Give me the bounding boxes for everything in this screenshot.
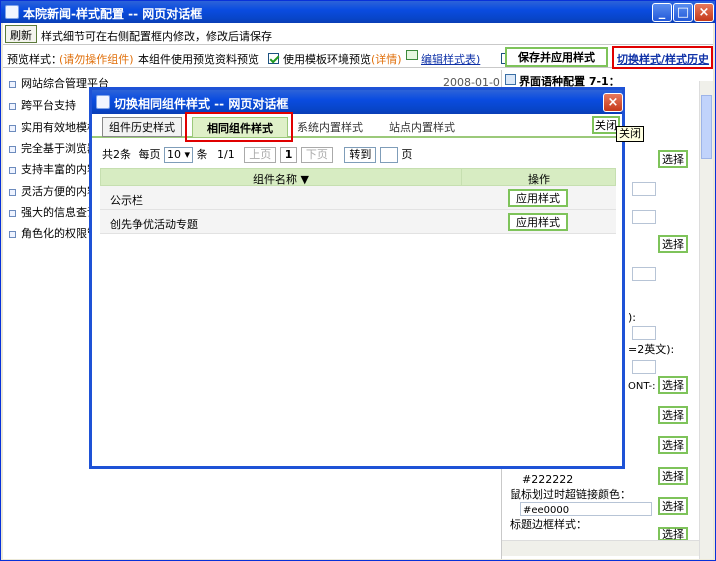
window-title: 本院新闻-样式配置 -- 网页对话框 [23, 7, 203, 21]
dialog-tabbar: 组件历史样式 相同组件样式 系统内置样式 站点内置样式 关闭 [92, 112, 622, 142]
color-value: #222222 [522, 473, 574, 486]
next-page-button[interactable]: 下页 [300, 147, 333, 163]
list-item[interactable]: 强大的信息查询 [9, 204, 98, 220]
dialog-titlebar: 切换相同组件样式 -- 网页对话框 × [92, 90, 623, 114]
apply-style-button[interactable]: 应用样式 [508, 189, 568, 207]
select-button[interactable]: 选择 [658, 376, 688, 394]
hover-color-input[interactable]: #ee0000 [520, 502, 652, 516]
border-style-label: 标题边框样式： [510, 518, 587, 531]
preview-warning: (请勿操作组件) [59, 53, 134, 66]
edit-style-icon [406, 50, 418, 60]
select-button[interactable]: 选择 [658, 527, 688, 541]
config-input[interactable] [632, 267, 656, 281]
dialog-icon [96, 95, 110, 109]
config-icon [505, 74, 516, 85]
goto-page-input[interactable] [379, 147, 398, 163]
list-item[interactable]: 支持丰富的内容 [9, 161, 98, 177]
bullet-icon [9, 209, 16, 217]
pager-page-info: 1/1 [217, 148, 235, 161]
dialog-title: 切换相同组件样式 -- 网页对话框 [114, 97, 289, 111]
config-label: ): [628, 311, 636, 324]
details-link[interactable]: (详情) [371, 51, 402, 67]
minimize-button[interactable]: _ [652, 3, 672, 22]
config-input[interactable] [632, 210, 656, 224]
column-divider [461, 169, 462, 185]
edit-style-link[interactable]: 编辑样式表) [421, 51, 480, 67]
prev-page-button[interactable]: 上页 [244, 147, 277, 163]
row-name: 创先争优活动专题 [110, 218, 198, 231]
switch-history-highlight: 切换样式/样式历史 [612, 46, 713, 69]
toolbar-note: 样式细节可在右侧配置框内修改，修改后请保存 [41, 30, 272, 43]
bullet-icon [9, 166, 16, 174]
switch-style-dialog: 切换相同组件样式 -- 网页对话框 × 组件历史样式 相同组件样式 系统内置样式… [89, 87, 625, 469]
window-titlebar: 本院新闻-样式配置 -- 网页对话框 _ □ × [1, 1, 715, 23]
col-action-header: 操作 [528, 173, 550, 186]
config-input[interactable] [632, 182, 656, 196]
config-label: ONT-: [628, 381, 656, 392]
select-button[interactable]: 选择 [658, 406, 688, 424]
app-icon [5, 5, 19, 19]
horizontal-scrollbar[interactable] [502, 540, 700, 556]
template-preview-label: 使用模板环境预览 [283, 53, 371, 66]
list-item[interactable]: 灵活方便的内容 [9, 183, 98, 199]
close-button[interactable]: × [694, 3, 714, 22]
save-apply-button[interactable]: 保存并应用样式 [505, 47, 608, 67]
preview-label: 预览样式： [7, 53, 62, 66]
select-button[interactable]: 选择 [658, 436, 688, 454]
config-label: =2英文): [628, 343, 675, 356]
config-input[interactable] [632, 360, 656, 374]
template-preview-checkbox[interactable] [268, 52, 279, 64]
scrollbar-thumb[interactable] [701, 95, 712, 159]
current-page-button[interactable]: 1 [279, 147, 298, 163]
tab-system-builtin[interactable]: 系统内置样式 [290, 117, 370, 137]
pager: 共2条 每页 10 ▾ 条 1/1 上页 1 下页 转到 页 [102, 146, 412, 163]
tab-site-builtin[interactable]: 站点内置样式 [382, 117, 462, 137]
pager-page-unit: 页 [401, 148, 413, 161]
toolbar: 刷新 样式细节可在右侧配置框内修改，修改后请保存 [3, 23, 713, 45]
pager-per-page-label: 每页 [138, 148, 161, 161]
close-tooltip: 关闭 [616, 126, 644, 142]
tab-highlight-box [185, 112, 293, 142]
config-input[interactable] [632, 326, 656, 340]
table-header: 组件名称 ▼ 操作 [100, 168, 616, 186]
pager-unit: 条 [196, 148, 208, 161]
bullet-icon [9, 124, 16, 132]
bullet-icon [9, 80, 16, 88]
list-item[interactable]: 跨平台支持 [9, 97, 76, 113]
pager-total: 共2条 [102, 148, 131, 161]
preview-bar: 预览样式： (请勿操作组件) 本组件使用预览资料预览 使用模板环境预览 (详情)… [3, 46, 713, 69]
per-page-select[interactable]: 10 ▾ [164, 147, 194, 163]
list-item[interactable]: 角色化的权限管 [9, 225, 98, 241]
switch-history-link[interactable]: 切换样式/样式历史 [617, 51, 709, 67]
select-button[interactable]: 选择 [658, 497, 688, 515]
bullet-icon [9, 102, 16, 110]
list-item[interactable]: 实用有效地模板 [9, 119, 98, 135]
apply-style-button[interactable]: 应用样式 [508, 213, 568, 231]
bullet-icon [9, 188, 16, 196]
select-button[interactable]: 选择 [658, 467, 688, 485]
row-name: 公示栏 [110, 194, 143, 207]
vertical-scrollbar[interactable] [699, 81, 713, 559]
select-button[interactable]: 选择 [658, 150, 688, 168]
bullet-icon [9, 230, 16, 238]
hover-color-label: 鼠标划过时超链接颜色： [510, 488, 631, 501]
preview-note: 本组件使用预览资料预览 [138, 53, 259, 66]
maximize-button[interactable]: □ [673, 3, 693, 22]
table-row: 公示栏 应用样式 [100, 186, 616, 210]
select-button[interactable]: 选择 [658, 235, 688, 253]
col-name-header[interactable]: 组件名称 ▼ [101, 171, 461, 187]
tab-component-history[interactable]: 组件历史样式 [102, 117, 182, 137]
bullet-icon [9, 145, 16, 153]
list-item[interactable]: 完全基于浏览器 [9, 140, 98, 156]
goto-button[interactable]: 转到 [344, 147, 377, 163]
table-row: 创先争优活动专题 应用样式 [100, 210, 616, 234]
dialog-close-button[interactable]: × [603, 93, 623, 112]
refresh-button[interactable]: 刷新 [5, 25, 37, 43]
